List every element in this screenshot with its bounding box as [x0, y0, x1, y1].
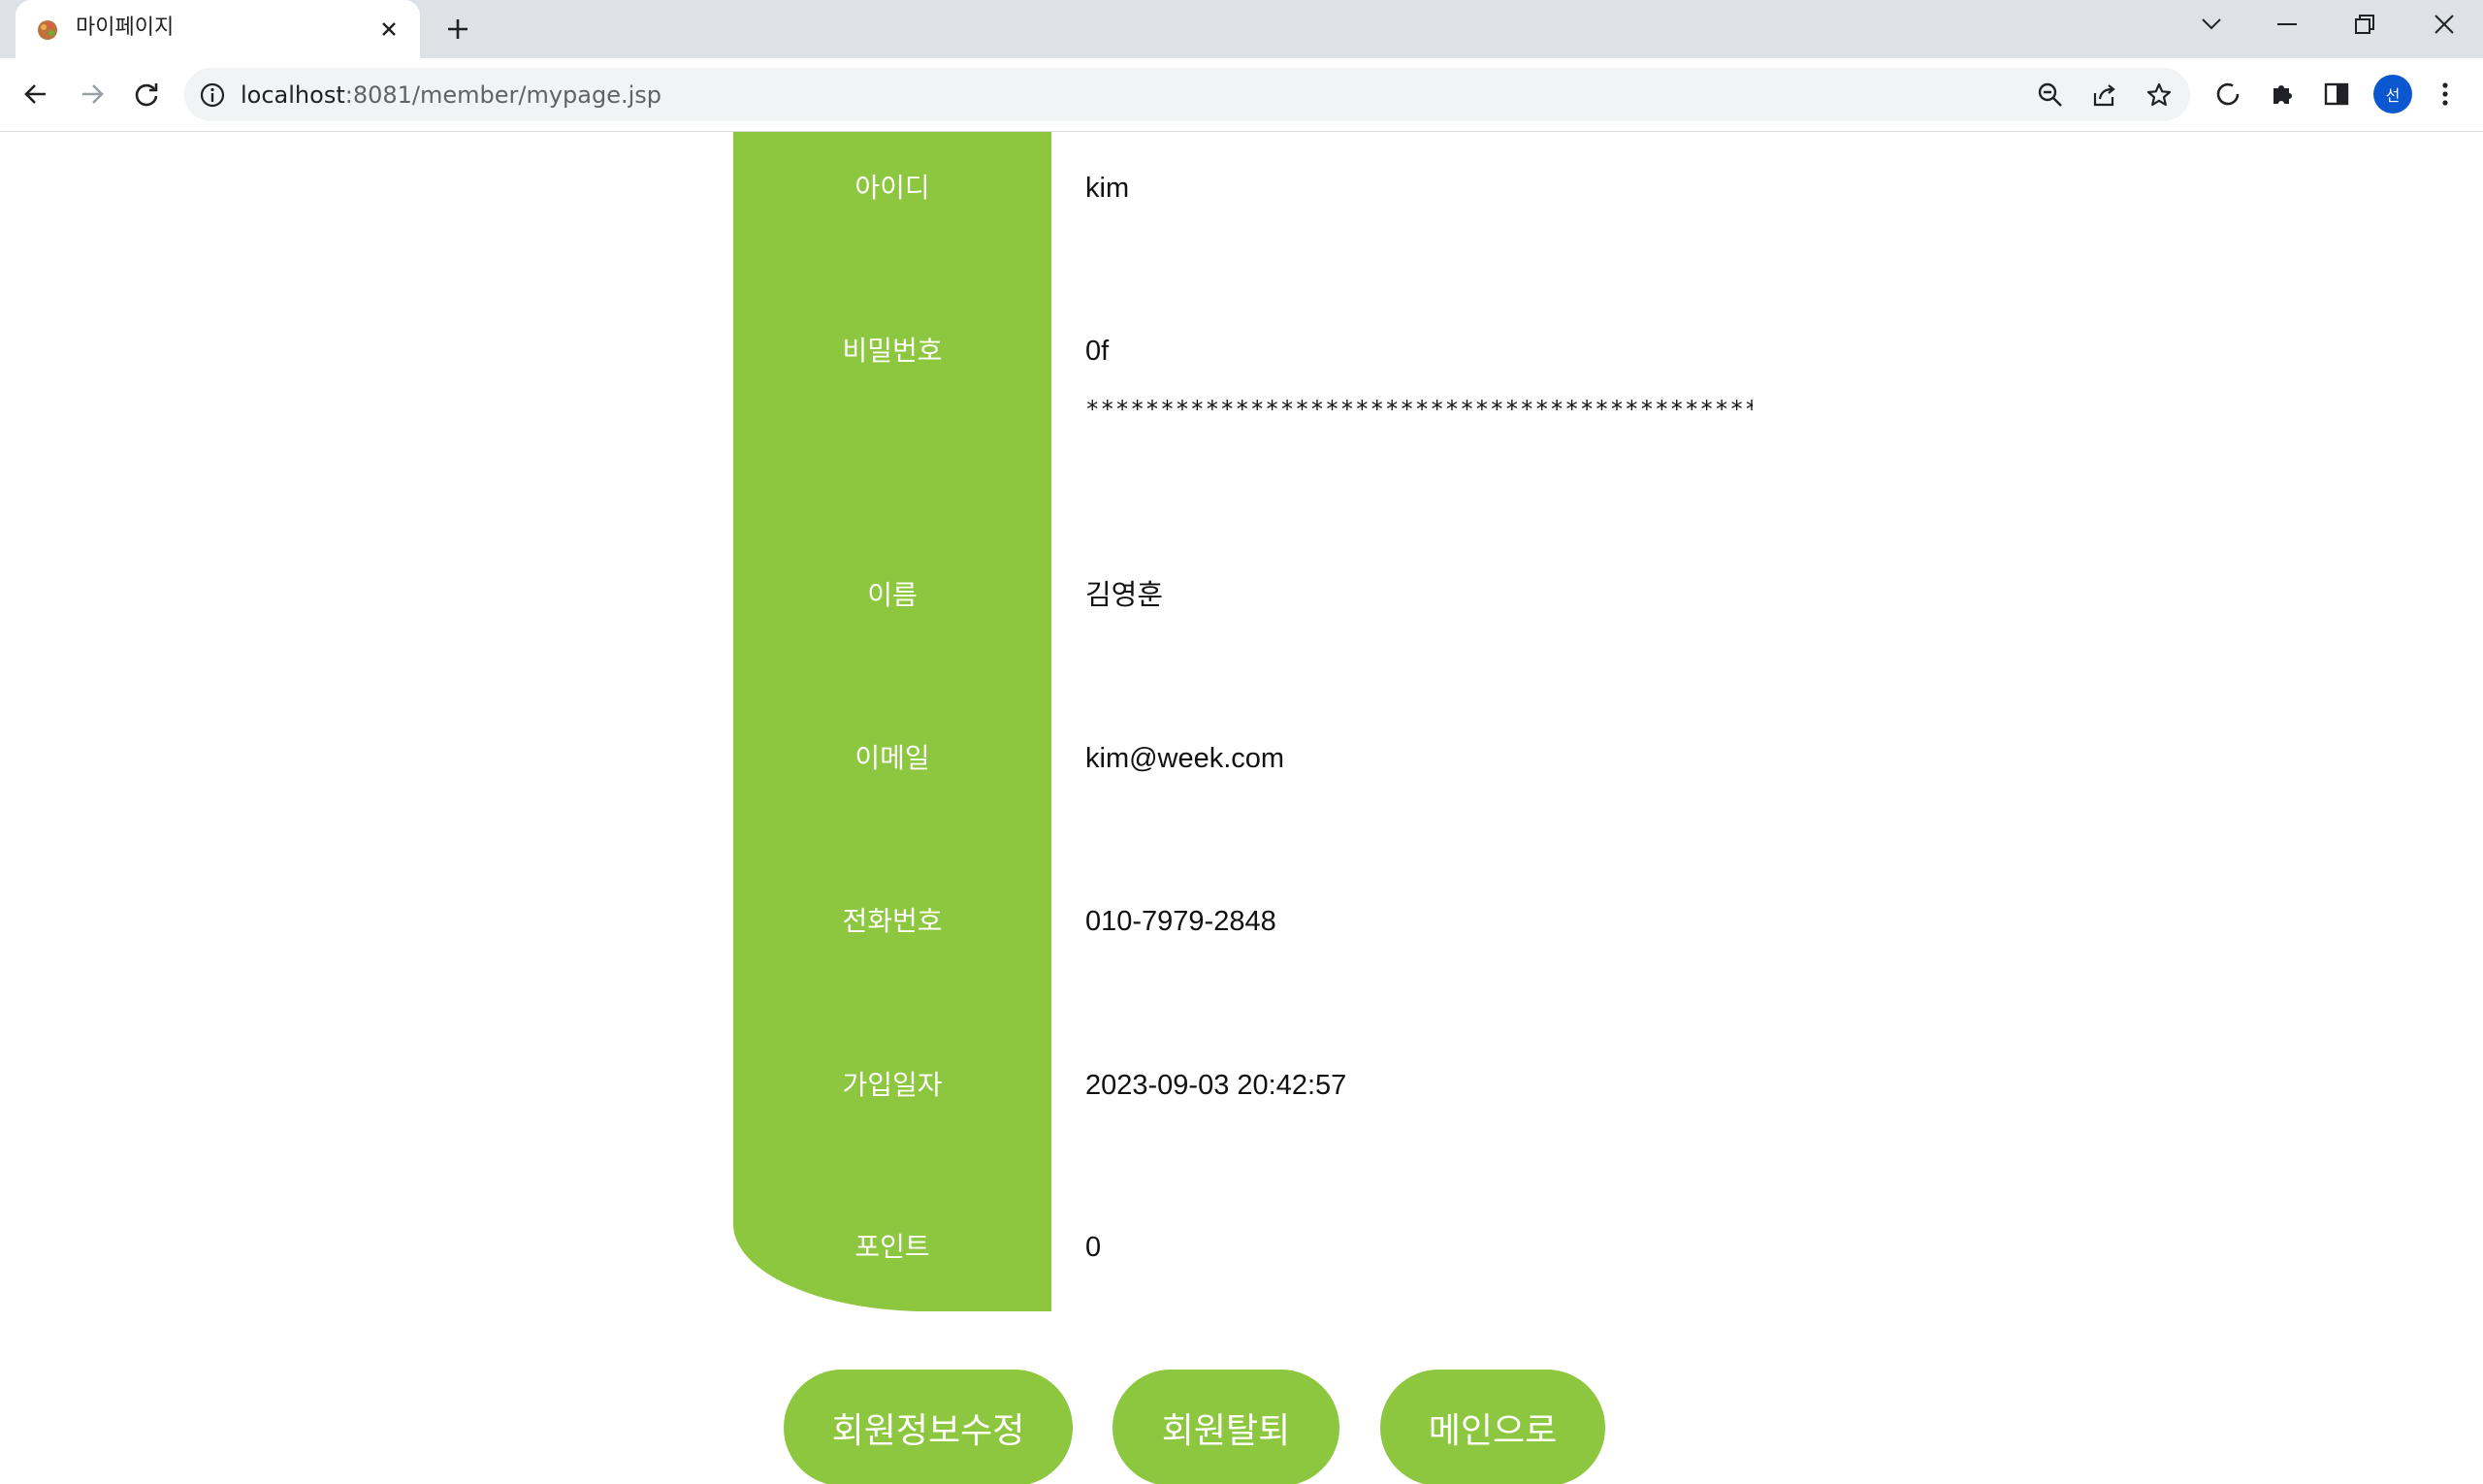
value-id: kim — [1085, 173, 1130, 204]
label-name: 이름 — [867, 579, 918, 611]
value-point: 0 — [1085, 1232, 1102, 1263]
window-close-icon[interactable] — [2405, 0, 2483, 48]
go-main-button[interactable]: 메인으로 — [1380, 1370, 1605, 1484]
tab-search-icon[interactable] — [2173, 0, 2250, 48]
favicon-icon — [35, 16, 62, 43]
label-email: 이메일 — [855, 742, 930, 774]
page-viewport: 아이디 kim 비밀번호 0f ************************… — [0, 132, 2483, 1484]
browser-toolbar: localhost:8081/member/mypage.jsp 선 — [0, 58, 2483, 132]
address-bar[interactable]: localhost:8081/member/mypage.jsp — [184, 68, 2190, 121]
url-text[interactable]: localhost:8081/member/mypage.jsp — [241, 81, 661, 110]
value-password: 0f — [1085, 336, 1110, 367]
tab-title: 마이페이지 — [76, 16, 175, 40]
profile-avatar[interactable]: 선 — [2373, 75, 2412, 113]
label-point: 포인트 — [855, 1231, 930, 1263]
new-tab-icon[interactable] — [438, 10, 477, 48]
label-phone: 전화번호 — [842, 905, 943, 937]
value-password-masked: ****************************************… — [1085, 396, 1753, 423]
forward-icon[interactable] — [72, 74, 113, 114]
value-phone: 010-7979-2848 — [1085, 906, 1276, 937]
restore-icon[interactable] — [2326, 0, 2403, 48]
edit-member-button[interactable]: 회원정보수정 — [784, 1370, 1073, 1484]
label-column — [733, 132, 1051, 1311]
minimize-icon[interactable] — [2248, 0, 2326, 48]
menu-kebab-icon[interactable] — [2425, 74, 2466, 114]
withdraw-button[interactable]: 회원탈퇴 — [1113, 1370, 1339, 1484]
share-icon[interactable] — [2087, 78, 2122, 113]
label-id: 아이디 — [855, 172, 930, 204]
close-icon[interactable] — [371, 12, 406, 47]
value-name: 김영훈 — [1085, 580, 1164, 611]
site-info-icon[interactable] — [198, 81, 227, 110]
back-icon[interactable] — [16, 74, 56, 114]
extension-refresh-icon[interactable] — [2208, 74, 2248, 114]
extensions-puzzle-icon[interactable] — [2262, 74, 2303, 114]
value-join-date: 2023-09-03 20:42:57 — [1085, 1070, 1347, 1101]
zoom-icon[interactable] — [2033, 78, 2068, 113]
side-panel-icon[interactable] — [2316, 74, 2357, 114]
browser-tab[interactable]: 마이페이지 — [16, 0, 420, 58]
reload-icon[interactable] — [126, 74, 167, 114]
tab-strip: 마이페이지 — [0, 0, 2483, 58]
label-join-date: 가입일자 — [842, 1069, 943, 1101]
value-email: kim@week.com — [1085, 743, 1285, 774]
bookmark-star-icon[interactable] — [2142, 78, 2177, 113]
label-password: 비밀번호 — [842, 335, 943, 367]
